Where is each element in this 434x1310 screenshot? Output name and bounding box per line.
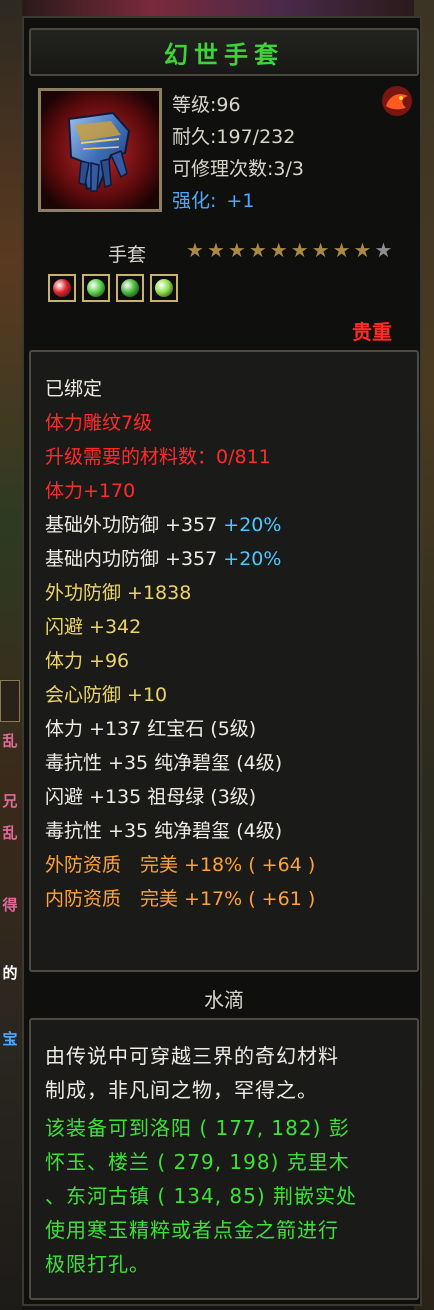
jade-gem-icon [155,279,173,297]
item-category: 手套 [108,244,147,266]
star-filled-icon: ★ [290,238,309,262]
star-empty-icon: ★ [374,238,393,262]
jade-gem-icon [87,279,105,297]
item-icon-frame [38,88,162,212]
material-desc-line-2: 制成，非凡间之物，罕得之。 [45,1078,318,1102]
stamina: 体力 +96 [45,650,130,672]
jade-gem-icon [121,279,139,297]
location-line-3: 、东河古镇 ( 134, 85) 荆嵌实处 [45,1184,358,1208]
side-slot [0,680,20,722]
star-filled-icon: ★ [227,238,246,262]
gem-line-4: 毒抗性 +35 纯净碧玺 (4级) [45,820,283,842]
base-int-defense-value: 基础内功防御 +357 [45,548,218,570]
engrave-level: 体力雕纹7级 [45,412,153,434]
item-repair-count: 可修理次数:3/3 [172,158,304,180]
star-filled-icon: ★ [311,238,330,262]
ext-defense: 外功防御 +1838 [45,582,192,604]
location-line-2: 怀玉、楼兰 ( 279, 198) 克里木 [45,1150,350,1174]
star-filled-icon: ★ [332,238,351,262]
quality-int: 内防资质 完美 +17% ( +61 ) [45,888,316,910]
gem-slot[interactable] [48,274,76,302]
base-int-defense-pct: +20% [223,548,282,570]
side-glyph: 乱 [2,824,18,842]
stamina-bonus: 体力+170 [45,480,136,502]
gem-line-2: 毒抗性 +35 纯净碧玺 (4级) [45,752,283,774]
material-header: 水滴 [204,988,244,1012]
gauntlet-icon [41,91,159,209]
side-glyph: 兄 [2,792,18,810]
bound-status: 已绑定 [45,378,103,400]
material-desc-line-1: 由传说中可穿越三界的奇幻材料 [45,1044,339,1068]
enhance-label: 强化: [172,190,217,212]
star-rating: ★ ★ ★ ★ ★ ★ ★ ★ ★ ★ [186,240,392,260]
gem-slot[interactable] [82,274,110,302]
upgrade-requirement: 升级需要的材料数：0/811 [45,446,271,468]
crit-defense: 会心防御 +10 [45,684,168,706]
star-filled-icon: ★ [186,238,204,262]
quality-ext: 外防资质 完美 +18% ( +64 ) [45,854,316,876]
rarity-label: 贵重 [352,320,392,344]
attributes-panel: 已绑定 体力雕纹7级 升级需要的材料数：0/811 体力+170 基础外功防御 … [29,350,419,972]
side-glyph: 得 [2,896,18,914]
gem-slot[interactable] [116,274,144,302]
location-line-1: 该装备可到洛阳 ( 177, 182) 彭 [45,1116,350,1140]
side-glyph: 乱 [2,732,18,750]
side-glyph: 宝 [2,1030,18,1048]
star-filled-icon: ★ [353,238,372,262]
item-name: 幻世手套 [164,40,284,69]
item-tooltip: 幻世手套 等级:96 耐久:197/232 可修理次数:3/3 强化: +1 手… [22,16,422,1306]
ruby-gem-icon [53,279,71,297]
material-description-panel: 由传说中可穿越三界的奇幻材料 制成，非凡间之物，罕得之。 该装备可到洛阳 ( 1… [29,1018,419,1300]
dragon-emblem-icon [382,86,412,116]
star-filled-icon: ★ [206,238,225,262]
gem-line-3: 闪避 +135 祖母绿 (3级) [45,786,257,808]
item-level: 等级:96 [172,94,241,116]
base-int-defense: 基础内功防御 +357 +20% [45,544,281,571]
dodge: 闪避 +342 [45,616,142,638]
location-line-4: 使用寒玉精粹或者点金之箭进行 [45,1218,339,1242]
base-ext-defense: 基础外功防御 +357 +20% [45,510,281,537]
base-ext-defense-pct: +20% [223,514,282,536]
star-filled-icon: ★ [248,238,267,262]
gem-line-1: 体力 +137 红宝石 (5级) [45,718,257,740]
title-bar: 幻世手套 [29,28,419,76]
gem-slot[interactable] [150,274,178,302]
item-durability: 耐久:197/232 [172,126,296,148]
gem-slots [48,274,178,302]
base-ext-defense-value: 基础外功防御 +357 [45,514,218,536]
item-enhance: 强化: +1 [172,186,254,213]
enhance-value: +1 [226,190,255,212]
location-line-5: 极限打孔。 [45,1252,150,1276]
background-left-edge [0,0,22,1310]
star-filled-icon: ★ [269,238,288,262]
side-glyph: 的 [2,964,18,982]
